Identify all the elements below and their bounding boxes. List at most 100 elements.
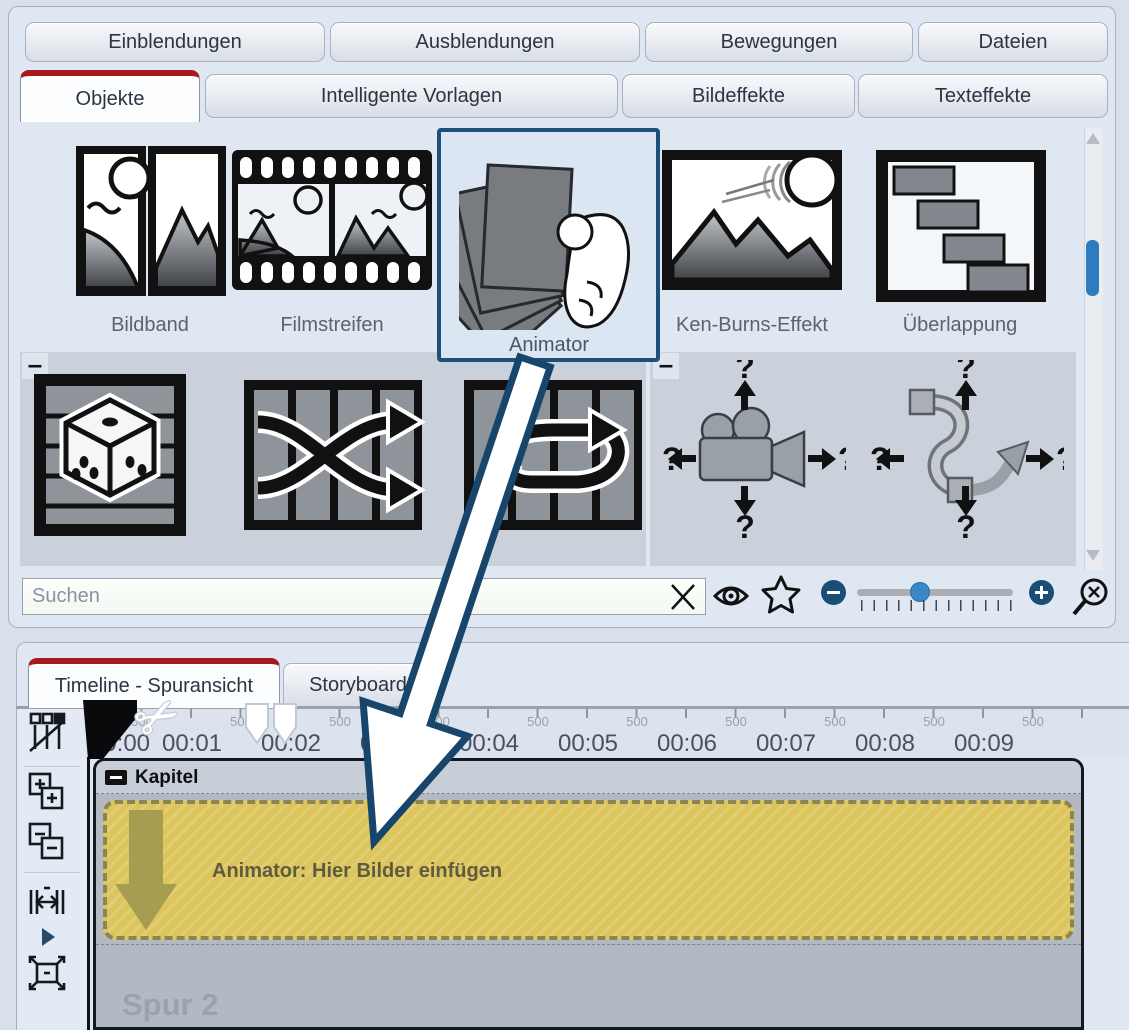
question-glyph: ?	[870, 441, 890, 477]
animator-icon	[459, 140, 639, 330]
object-label: Ken-Burns-Effekt	[662, 314, 842, 337]
fit-screen-icon[interactable]	[27, 952, 67, 994]
ruler-time-label: 00:06	[642, 730, 732, 758]
chapter-collapse-icon[interactable]	[105, 770, 127, 785]
question-glyph: ?	[956, 509, 976, 538]
ruler-time-label: 00:04	[444, 730, 534, 758]
minus-icon	[827, 591, 840, 594]
reset-zoom-magnifier-icon[interactable]	[1068, 574, 1114, 620]
ruler-time-label: 00:09	[939, 730, 1029, 758]
object-list-scrollbar[interactable]	[1084, 128, 1103, 570]
tab-label: Ausblendungen	[415, 31, 554, 54]
object-item-filmstreifen[interactable]	[232, 150, 432, 290]
eye-filter-icon[interactable]	[712, 578, 750, 614]
ueberlappung-icon	[876, 150, 1046, 302]
bewegungspfad-icon: ? ? ? ?	[868, 360, 1064, 538]
search-input[interactable]	[22, 578, 706, 615]
question-glyph: ?	[838, 441, 846, 477]
object-item-zufaellige-reihenfolge[interactable]	[238, 374, 428, 536]
question-glyph: ?	[662, 441, 682, 477]
filmstreifen-icon	[232, 150, 432, 290]
zoom-in-button[interactable]	[1029, 580, 1054, 605]
tab-label: Texteffekte	[935, 85, 1031, 108]
scroll-up-icon[interactable]	[1086, 133, 1100, 144]
ruler-time-label: 00:05	[543, 730, 633, 758]
ruler-sub-label: 500	[617, 714, 657, 729]
ruler-sub-label: 500	[716, 714, 756, 729]
favorites-star-icon[interactable]	[760, 574, 802, 616]
collapse-tracks-icon[interactable]	[28, 822, 66, 862]
tab-label: Dateien	[979, 31, 1048, 54]
object-label: Filmstreifen	[252, 314, 412, 337]
wiederholung-icon	[458, 374, 648, 536]
drop-arrow-head-icon	[115, 884, 177, 930]
question-glyph: ?	[956, 360, 976, 385]
ruler-time-label: 00:03	[345, 730, 435, 758]
question-glyph: ?	[735, 360, 755, 385]
tab-objekte[interactable]: Objekte	[20, 70, 200, 122]
ruler-sub-label: 500	[815, 714, 855, 729]
fit-width-icon[interactable]	[27, 882, 67, 922]
ruler-sub-label: 500	[320, 714, 360, 729]
object-label: Bildband	[70, 314, 230, 337]
tab-label: Storyboard	[309, 674, 407, 697]
tab-label: Einblendungen	[108, 31, 241, 54]
scroll-down-icon[interactable]	[1086, 550, 1100, 561]
object-item-animator-selected[interactable]: Animator	[437, 128, 660, 362]
tab-label: Bildeffekte	[692, 85, 785, 108]
tab-label: Objekte	[76, 88, 145, 111]
tab-dateien[interactable]: Dateien	[918, 22, 1108, 62]
tab-bewegungen[interactable]: Bewegungen	[645, 22, 913, 62]
flyout-arrow-icon[interactable]	[42, 928, 55, 946]
tab-bildeffekte[interactable]: Bildeffekte	[622, 74, 855, 118]
bildband-icon	[76, 146, 226, 296]
clear-search-icon[interactable]	[664, 578, 702, 616]
object-item-zufallsauswahl[interactable]	[34, 374, 186, 536]
expand-tracks-icon[interactable]	[28, 772, 66, 812]
chapter-track-container: Kapitel Animator: Hier Bilder einfügen S…	[93, 758, 1084, 1030]
toolbar-divider	[24, 872, 80, 873]
split-markers-icon	[244, 702, 308, 748]
zufallsauswahl-icon	[34, 374, 186, 536]
tab-intelligente-vorlagen[interactable]: Intelligente Vorlagen	[205, 74, 618, 118]
ruler-sub-label: 500	[419, 714, 459, 729]
zoom-out-button[interactable]	[821, 580, 846, 605]
object-label: Animator	[469, 334, 629, 357]
track-divider	[96, 944, 1081, 945]
object-list-scrollbar-thumb[interactable]	[1086, 240, 1099, 296]
ruler-time-label: 00:08	[840, 730, 930, 758]
question-glyph: ?	[735, 509, 755, 538]
slider-tick-marks	[861, 600, 1013, 611]
object-item-ken-burns[interactable]	[662, 150, 842, 290]
question-glyph: ?	[1056, 441, 1064, 477]
tab-label: Bewegungen	[721, 31, 838, 54]
tab-einblendungen[interactable]: Einblendungen	[25, 22, 325, 62]
object-label: Überlappung	[880, 314, 1040, 337]
track2-label: Spur 2	[122, 987, 218, 1023]
drop-zone-hint: Animator: Hier Bilder einfügen	[212, 860, 502, 883]
track-options-icon[interactable]	[28, 711, 66, 753]
object-item-bildband[interactable]	[76, 146, 226, 296]
ruler-time-label: 00:07	[741, 730, 831, 758]
ruler-sub-label: 500	[914, 714, 954, 729]
toolbar-divider	[24, 766, 80, 767]
animator-drop-zone[interactable]: Animator: Hier Bilder einfügen	[103, 800, 1074, 940]
tab-texteffekte[interactable]: Texteffekte	[858, 74, 1108, 118]
drop-arrow-icon	[129, 810, 163, 884]
playhead-line	[87, 757, 90, 1030]
tab-label: Intelligente Vorlagen	[321, 85, 502, 108]
chapter-track-header[interactable]: Kapitel	[96, 761, 1081, 794]
ruler-sub-label: 500	[518, 714, 558, 729]
object-item-ueberlappung[interactable]	[876, 150, 1046, 302]
ken-burns-icon	[662, 150, 842, 290]
zufaellige-reihenfolge-icon	[238, 374, 428, 536]
object-item-wiederholung[interactable]	[458, 374, 648, 536]
ruler-sub-label: 500	[1013, 714, 1053, 729]
thumbnail-zoom-slider-thumb[interactable]	[910, 582, 930, 602]
object-item-bewegungspfad[interactable]: ? ? ? ?	[868, 360, 1064, 538]
object-item-kamerawackeln[interactable]: ? ? ? ?	[656, 360, 846, 538]
chapter-track-title: Kapitel	[135, 761, 198, 794]
tab-ausblendungen[interactable]: Ausblendungen	[330, 22, 640, 62]
thumbnail-zoom-slider-track[interactable]	[857, 589, 1013, 596]
kamerawackeln-icon: ? ? ? ?	[656, 360, 846, 538]
